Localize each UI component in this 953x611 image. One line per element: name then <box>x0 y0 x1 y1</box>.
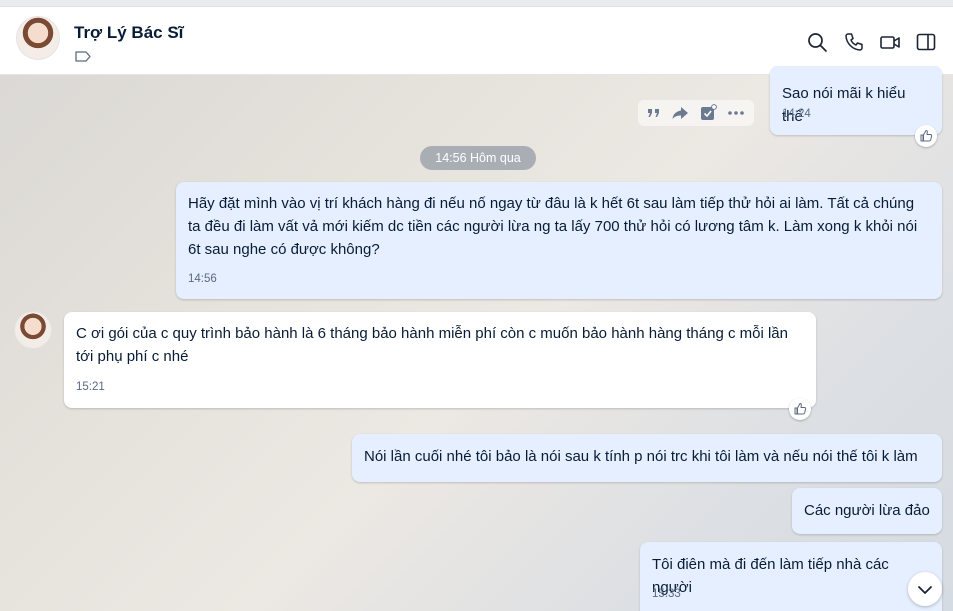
sender-avatar[interactable] <box>14 311 52 349</box>
contact-avatar[interactable] <box>16 16 60 60</box>
quote-icon[interactable] <box>644 103 664 123</box>
message-bubble-outgoing[interactable]: Hãy đặt mình vào vị trí khách hàng đi nế… <box>176 182 942 299</box>
message-bubble-incoming[interactable]: C ơi gói của c quy trình bảo hành là 6 t… <box>64 312 816 408</box>
message-text: Sao nói mãi k hiểu thế <box>782 85 906 125</box>
tag-icon[interactable] <box>75 51 91 62</box>
message-text: Hãy đặt mình vào vị trí khách hàng đi nế… <box>188 195 918 258</box>
message-bubble-outgoing[interactable]: Nói lần cuối nhé tôi bảo là nói sau k tí… <box>352 434 942 482</box>
window-top-strip <box>0 0 953 7</box>
message-text: Các người lừa đảo <box>804 502 930 519</box>
message-time: 15:21 <box>76 381 105 393</box>
sidebar-toggle-icon[interactable] <box>915 31 937 53</box>
message-bubble-outgoing[interactable]: Sao nói mãi k hiểu thế 14:24 <box>770 66 942 135</box>
search-icon[interactable] <box>806 31 828 53</box>
message-text: Tôi điên mà đi đến làm tiếp nhà các ngườ… <box>652 556 889 596</box>
date-separator: 14:56 Hôm qua <box>420 146 536 170</box>
video-call-icon[interactable] <box>879 31 901 53</box>
message-text: Nói lần cuối nhé tôi bảo là nói sau k tí… <box>364 448 918 465</box>
chevron-down-icon <box>918 586 932 594</box>
chat-header: Trợ Lý Bác Sĩ <box>0 7 953 75</box>
like-reaction-button[interactable] <box>789 398 811 420</box>
contact-name[interactable]: Trợ Lý Bác Sĩ <box>74 23 183 43</box>
thumbs-up-icon <box>794 403 807 415</box>
scroll-to-bottom-button[interactable] <box>908 572 942 606</box>
message-bubble-outgoing[interactable]: Tôi điên mà đi đến làm tiếp nhà các ngườ… <box>640 542 942 611</box>
message-text: C ơi gói của c quy trình bảo hành là 6 t… <box>76 325 788 365</box>
more-icon[interactable] <box>726 103 746 123</box>
like-reaction-button[interactable] <box>915 125 937 147</box>
message-time: 15:33 <box>652 588 681 600</box>
task-icon[interactable] <box>698 103 718 123</box>
message-bubble-outgoing[interactable]: Các người lừa đảo <box>792 488 942 534</box>
message-time: 14:56 <box>188 273 217 285</box>
message-action-toolbar <box>638 100 754 126</box>
thumbs-up-icon <box>920 130 933 142</box>
message-time: 14:24 <box>782 108 811 120</box>
phone-icon[interactable] <box>843 31 865 53</box>
forward-icon[interactable] <box>670 103 690 123</box>
